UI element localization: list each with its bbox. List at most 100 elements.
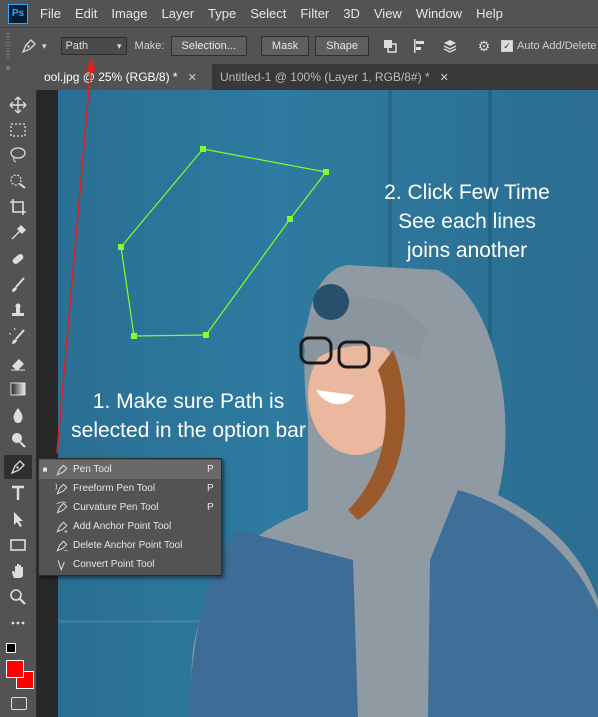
menu-file[interactable]: File bbox=[40, 6, 61, 21]
hand-tool[interactable] bbox=[4, 559, 32, 583]
quick-mask-icon[interactable] bbox=[11, 697, 27, 710]
path-mode-value: Path bbox=[65, 40, 89, 52]
chevron-down-icon: ▾ bbox=[117, 40, 122, 51]
tab-label: ool.jpg @ 25% (RGB/8) * bbox=[44, 70, 178, 84]
tool-preset-picker[interactable]: ▾ bbox=[20, 37, 47, 55]
zoom-tool[interactable] bbox=[4, 585, 32, 609]
tab-document-2[interactable]: Untitled-1 @ 100% (Layer 1, RGB/8#) * ✕ bbox=[212, 64, 457, 90]
brush-tool[interactable] bbox=[4, 273, 32, 297]
type-tool[interactable] bbox=[4, 481, 32, 505]
pen-icon bbox=[21, 39, 36, 54]
anchor-point[interactable] bbox=[323, 169, 329, 175]
make-shape-button[interactable]: Shape bbox=[315, 36, 370, 56]
lasso-icon bbox=[10, 147, 26, 163]
hand-icon bbox=[12, 564, 23, 578]
dodge-icon bbox=[12, 433, 26, 448]
marquee-icon bbox=[10, 123, 26, 137]
menu-window[interactable]: Window bbox=[416, 6, 462, 21]
flyout-item-convert-point-tool[interactable]: Convert Point Tool bbox=[39, 555, 221, 574]
move-tool[interactable] bbox=[4, 93, 32, 117]
toolbar-collapse-icon[interactable]: » bbox=[0, 63, 36, 73]
eyedropper-icon bbox=[11, 225, 26, 240]
annotation-step-2: 2. Click Few Time See each lines joins a… bbox=[372, 178, 562, 265]
anchor-point[interactable] bbox=[287, 216, 293, 222]
gear-icon[interactable]: ⚙ bbox=[475, 37, 493, 55]
menu-image[interactable]: Image bbox=[111, 6, 147, 21]
flyout-item-label: Pen Tool bbox=[73, 464, 112, 475]
anchor-point[interactable] bbox=[200, 146, 206, 152]
anchor-point[interactable] bbox=[131, 333, 137, 339]
flyout-item-add-anchor-point-tool[interactable]: Add Anchor Point Tool bbox=[39, 517, 221, 536]
document-tabs: ool.jpg @ 25% (RGB/8) * ✕ Untitled-1 @ 1… bbox=[36, 64, 598, 90]
convert-point-tool-icon bbox=[51, 558, 73, 572]
type-icon bbox=[12, 485, 24, 500]
menu-filter[interactable]: Filter bbox=[300, 6, 329, 21]
menu-edit[interactable]: Edit bbox=[75, 6, 97, 21]
more-tool[interactable] bbox=[4, 611, 32, 635]
blur-tool[interactable] bbox=[4, 403, 32, 427]
eyedropper-tool[interactable] bbox=[4, 221, 32, 245]
annotation-line: 1. Make sure Path is bbox=[92, 390, 285, 413]
path-mode-select[interactable]: Path ▾ bbox=[60, 37, 127, 55]
foreground-color-swatch[interactable] bbox=[6, 660, 24, 678]
default-colors-icon[interactable] bbox=[6, 643, 16, 653]
menu-type[interactable]: Type bbox=[208, 6, 236, 21]
canvas-gutter bbox=[37, 90, 58, 717]
menu-layer[interactable]: Layer bbox=[162, 6, 195, 21]
annotation-line: 2. Click Few Time bbox=[384, 181, 550, 204]
gradient-tool[interactable] bbox=[4, 377, 32, 401]
close-icon[interactable]: ✕ bbox=[440, 71, 449, 84]
close-icon[interactable]: ✕ bbox=[188, 71, 197, 84]
make-mask-button[interactable]: Mask bbox=[260, 36, 310, 56]
anchor-point[interactable] bbox=[203, 332, 209, 338]
flyout-item-label: Convert Point Tool bbox=[73, 559, 155, 570]
tab-label: Untitled-1 @ 100% (Layer 1, RGB/8#) * bbox=[220, 70, 430, 84]
flyout-item-label: Delete Anchor Point Tool bbox=[73, 540, 183, 551]
healing-tool[interactable] bbox=[4, 247, 32, 271]
annotation-line: joins another bbox=[406, 239, 528, 262]
dodge-tool[interactable] bbox=[4, 428, 32, 452]
flyout-item-curvature-pen-tool[interactable]: Curvature Pen Tool P bbox=[39, 498, 221, 517]
clone-stamp-icon bbox=[12, 303, 24, 316]
flyout-item-label: Add Anchor Point Tool bbox=[73, 521, 172, 532]
pen-tool[interactable] bbox=[4, 455, 32, 479]
freeform-pen-tool-icon bbox=[51, 482, 73, 496]
eraser-tool[interactable] bbox=[4, 351, 32, 375]
auto-add-delete-checkbox[interactable]: ✓ bbox=[501, 40, 514, 52]
blur-icon bbox=[13, 408, 23, 423]
path-select-tool[interactable] bbox=[4, 507, 32, 531]
anchor-point[interactable] bbox=[118, 244, 124, 250]
make-selection-button[interactable]: Selection... bbox=[170, 36, 247, 56]
flyout-item-shortcut: P bbox=[207, 464, 214, 475]
marquee-tool[interactable] bbox=[4, 118, 32, 142]
options-grip[interactable] bbox=[6, 33, 10, 59]
pen-tool-icon bbox=[51, 463, 73, 477]
auto-add-delete-label: Auto Add/Delete bbox=[517, 40, 597, 52]
photoshop-logo: Ps bbox=[8, 3, 28, 24]
lasso-tool[interactable] bbox=[4, 143, 32, 167]
crop-tool[interactable] bbox=[4, 195, 32, 219]
pen-icon bbox=[10, 460, 25, 475]
quick-select-tool[interactable] bbox=[4, 169, 32, 193]
flyout-item-pen-tool[interactable]: ■ Pen Tool P bbox=[39, 460, 221, 479]
menu-help[interactable]: Help bbox=[476, 6, 503, 21]
tab-document-1[interactable]: ool.jpg @ 25% (RGB/8) * ✕ bbox=[36, 64, 212, 90]
rectangle-tool[interactable] bbox=[4, 533, 32, 557]
path-operations-icon[interactable] bbox=[381, 37, 399, 55]
clone-stamp-tool[interactable] bbox=[4, 299, 32, 323]
options-bar: ▾ Path ▾ Make: Selection... Mask Shape ⚙… bbox=[0, 27, 598, 65]
menu-view[interactable]: View bbox=[374, 6, 402, 21]
add-anchor-point-tool-icon bbox=[51, 520, 73, 534]
flyout-item-label: Freeform Pen Tool bbox=[73, 483, 156, 494]
path-arrangement-icon[interactable] bbox=[441, 37, 459, 55]
path-select-icon bbox=[14, 512, 23, 527]
annotation-line: See each lines bbox=[398, 210, 536, 233]
flyout-item-delete-anchor-point-tool[interactable]: Delete Anchor Point Tool bbox=[39, 536, 221, 555]
healing-icon bbox=[12, 254, 24, 264]
flyout-item-freeform-pen-tool[interactable]: Freeform Pen Tool P bbox=[39, 479, 221, 498]
move-icon bbox=[9, 96, 27, 114]
path-alignment-icon[interactable] bbox=[411, 37, 429, 55]
menu-select[interactable]: Select bbox=[250, 6, 286, 21]
history-brush-tool[interactable] bbox=[4, 325, 32, 349]
menu-3d[interactable]: 3D bbox=[343, 6, 360, 21]
